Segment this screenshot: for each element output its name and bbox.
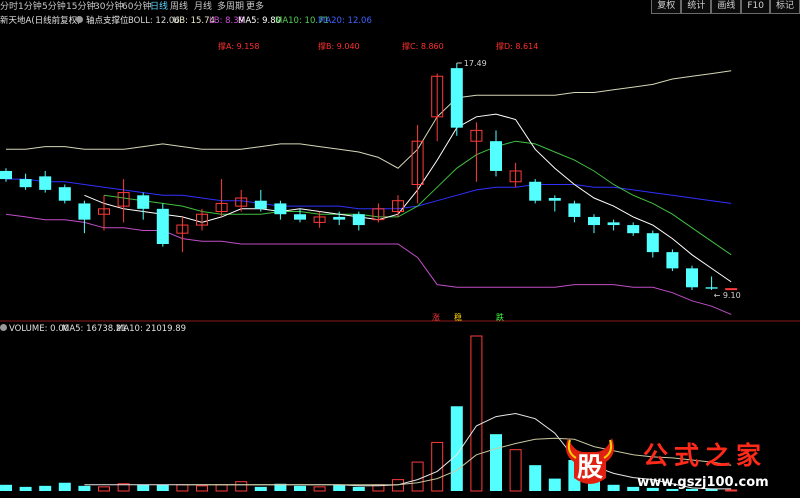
candle-body-37 <box>725 288 738 291</box>
volume-bar-25 <box>490 434 502 491</box>
candle-body-13 <box>254 200 267 209</box>
volume-bar-27 <box>529 465 542 491</box>
candle-body-2 <box>39 176 52 190</box>
watermark-title: 公式之家 <box>643 441 767 470</box>
candle-body-1 <box>19 179 32 188</box>
support-label-2: 撑C: 8.860 <box>402 41 444 51</box>
candle-body-3 <box>58 187 71 201</box>
signal-label-0: 涨 <box>432 312 440 322</box>
timeframe-tab-5[interactable]: 60分钟 <box>122 0 151 14</box>
volume-dot-icon[interactable] <box>0 323 7 335</box>
low-price-label: ← 9.10 <box>714 291 741 300</box>
timeframe-tab-7[interactable]: 周线 <box>170 0 188 14</box>
volume-bar-9 <box>176 484 189 492</box>
indicator-name[interactable]: 轴点支撑位 <box>86 15 129 27</box>
watermark: 股 公式之家 www.gszj100.com <box>560 430 800 494</box>
signal-label-2: 跌 <box>496 312 504 322</box>
toolbar-button-0[interactable]: 复权 <box>651 0 682 14</box>
volume-bar-15 <box>294 485 306 491</box>
volume-bar-11 <box>215 484 228 492</box>
volume-bar-16 <box>313 486 326 492</box>
boll-value: BOLL: 12.06 <box>128 16 180 26</box>
candle-body-32 <box>627 225 640 234</box>
volume-bar-1 <box>19 486 32 491</box>
volume-bar-13 <box>254 486 267 491</box>
candle-body-4 <box>78 203 91 220</box>
candle-body-35 <box>686 268 698 288</box>
volume-bar-2 <box>39 485 52 491</box>
candle-body-28 <box>548 198 561 201</box>
volume-bar-17 <box>333 484 346 491</box>
volume-bar-18 <box>352 486 365 491</box>
candle-body-0 <box>0 170 12 180</box>
toolbar-button-3[interactable]: F10 <box>741 0 770 14</box>
ma5-line <box>84 113 732 283</box>
volume-bar-4 <box>78 485 91 491</box>
signal-label-1: 稳 <box>454 312 462 322</box>
toolbar-button-1[interactable]: 统计 <box>681 0 712 14</box>
volume-bar-8 <box>156 484 169 491</box>
watermark-logo: 股 <box>577 453 603 483</box>
volume-bar-10 <box>196 485 208 492</box>
timeframe-tab-9[interactable]: 多周期 <box>217 0 244 14</box>
timeframe-tab-3[interactable]: 15分钟 <box>66 0 95 14</box>
high-price-label: 17.49 <box>464 59 487 68</box>
indicator-info-bar: 新天地A(日线前复权) 轴点支撑位 BOLL: 12.06 UB: 15.74 … <box>0 15 800 27</box>
candle-body-7 <box>137 195 150 209</box>
volume-bar-28 <box>548 478 561 491</box>
timeframe-tab-2[interactable]: 5分钟 <box>42 0 66 14</box>
candle-body-23 <box>450 68 463 128</box>
volume-bar-3 <box>58 482 71 491</box>
boll-ub-line <box>6 70 732 169</box>
candle-body-8 <box>156 208 169 245</box>
candle-body-29 <box>568 203 581 217</box>
volume-bar-21 <box>411 461 424 492</box>
support-label-0: 撑A: 9.158 <box>218 41 259 51</box>
candle-body-31 <box>607 222 620 226</box>
candle-body-27 <box>529 181 542 201</box>
candle-body-18 <box>352 214 365 226</box>
candle-body-17 <box>333 216 346 220</box>
support-label-1: 撑B: 9.040 <box>318 41 360 51</box>
stock-title[interactable]: 新天地A(日线前复权) <box>0 15 80 27</box>
ma20-line <box>6 178 732 210</box>
volume-ma10: MA10: 21019.89 <box>116 324 187 334</box>
volume-bar-22 <box>431 441 444 492</box>
kline-chart[interactable]: 撑A: 9.158 撑B: 9.040 撑C: 8.860 撑D: 8.614 17.4… <box>0 27 800 494</box>
indicator-dot-icon[interactable] <box>76 15 83 27</box>
boll-lb-line <box>5 213 732 315</box>
candle-body-25 <box>490 141 502 171</box>
volume-value: VOLUME: 0.00 <box>9 324 70 334</box>
timeframe-tab-6[interactable]: 日线 <box>150 0 168 14</box>
timeframe-tab-4[interactable]: 30分钟 <box>94 0 123 14</box>
candle-body-14 <box>274 203 287 215</box>
ma20-value: MA20: 12.06 <box>318 16 372 26</box>
candle-body-15 <box>294 214 306 220</box>
candle-body-34 <box>666 252 679 269</box>
toolbar-button-4[interactable]: 标记 <box>769 0 800 14</box>
timeframe-tab-10[interactable]: 更多 <box>246 0 264 14</box>
timeframe-tab-1[interactable]: 1分钟 <box>18 0 42 14</box>
candle-body-30 <box>588 216 600 226</box>
timeframe-tab-0[interactable]: 分时 <box>0 0 18 14</box>
volume-info-bar: VOLUME: 0.00 MA5: 16738.21 MA10: 21019.8… <box>0 323 800 335</box>
volume-bar-5 <box>98 486 110 492</box>
candle-body-36 <box>705 287 718 289</box>
toolbar-button-2[interactable]: 画线 <box>711 0 742 14</box>
volume-bar-7 <box>137 484 150 491</box>
volume-bar-26 <box>509 449 522 492</box>
support-label-3: 撑D: 8.614 <box>496 41 538 51</box>
watermark-url: www.gszj100.com <box>637 475 768 490</box>
candle-body-33 <box>646 233 659 253</box>
volume-bar-0 <box>0 484 12 491</box>
volume-bar-12 <box>235 481 248 492</box>
timeframe-tab-8[interactable]: 月线 <box>194 0 212 14</box>
volume-bar-24 <box>470 335 483 492</box>
right-toolbar: 复权 统计 画线 F10 标记 <box>651 0 800 14</box>
